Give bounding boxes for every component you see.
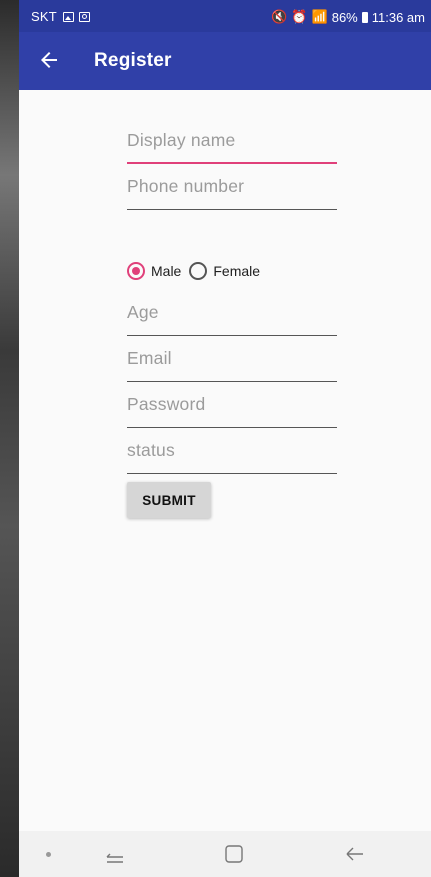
display-name-underline [127,162,337,164]
wifi-icon: 📶 [311,9,328,24]
female-radio[interactable] [189,262,208,280]
password-placeholder: Password [127,394,206,414]
age-placeholder: Age [127,302,159,322]
status-left: SKT [31,9,95,24]
alarm-icon: ⏰ [291,9,308,24]
app-bar: Register [19,32,431,90]
phone-number-field[interactable]: Phone number [127,176,337,210]
gallery-icon [62,11,74,22]
display-name-placeholder: Display name [127,130,236,150]
home-icon[interactable] [224,844,244,864]
status-field[interactable]: status [127,440,337,474]
recent-apps-icon[interactable] [104,844,126,864]
dot-icon [46,852,51,857]
email-field[interactable]: Email [127,348,337,382]
status-placeholder: status [127,440,175,460]
phone-screen: SKT 🔇 ⏰ 📶 86% 11:36 am Register Display … [19,0,431,877]
phone-number-placeholder: Phone number [127,176,245,196]
submit-button[interactable]: SUBMIT [127,482,211,518]
status-bar: SKT 🔇 ⏰ 📶 86% 11:36 am [19,0,431,32]
battery-icon [361,11,368,23]
email-underline [127,381,337,382]
clock: 11:36 am [371,9,425,25]
password-underline [127,427,337,428]
status-right: 🔇 ⏰ 📶 86% 11:36 am [267,9,425,25]
camera-icon [78,11,90,22]
male-label[interactable]: Male [151,263,181,279]
back-arrow-icon[interactable] [37,48,61,72]
mute-icon: 🔇 [271,9,288,24]
age-field[interactable]: Age [127,302,337,336]
email-placeholder: Email [127,348,172,368]
wallpaper-edge [0,0,19,877]
battery-percent: 86% [331,9,358,25]
page-title: Register [94,50,172,71]
phone-number-underline [127,209,337,210]
navigation-bar [19,831,431,877]
gender-radio-group: Male Female [127,262,268,280]
status-underline [127,473,337,474]
back-icon[interactable] [344,844,366,864]
display-name-field[interactable]: Display name [127,130,337,164]
male-radio[interactable] [127,262,145,280]
female-label[interactable]: Female [213,263,260,279]
age-underline [127,335,337,336]
carrier-label: SKT [31,9,57,24]
password-field[interactable]: Password [127,394,337,428]
